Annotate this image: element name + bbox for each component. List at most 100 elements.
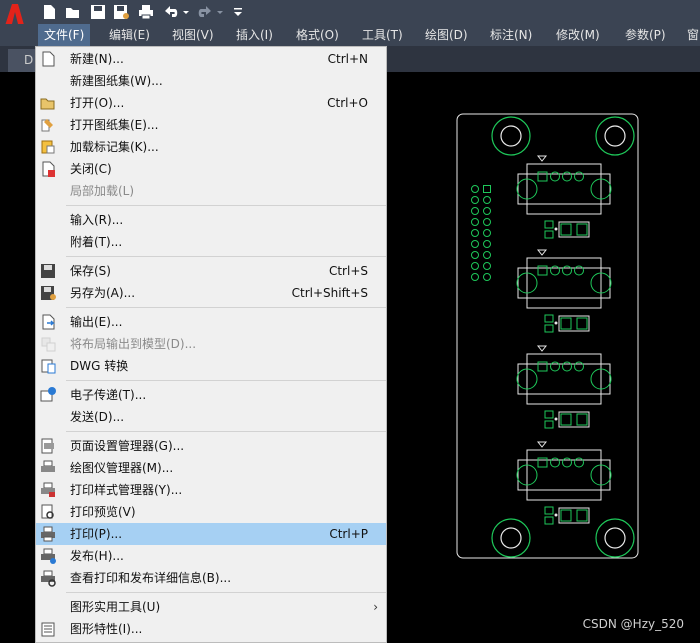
menu-item-plotter-manager[interactable]: 绘图仪管理器(M)... — [36, 457, 386, 479]
new-icon[interactable] — [40, 3, 58, 21]
menu-item-new-sheet-set[interactable]: 新建图纸集(W)... — [36, 70, 386, 92]
header-pin — [471, 240, 479, 248]
menu-item-label: 绘图仪管理器(M)... — [70, 461, 174, 475]
menu-item-label: 页面设置管理器(G)... — [70, 439, 185, 453]
smd-pad — [544, 410, 554, 419]
menu-item-open[interactable]: 打开(O)... Ctrl+O — [36, 92, 386, 114]
menubar-item-4[interactable]: 格式(O) — [290, 24, 345, 46]
menu-item-label: 打印(P)... — [70, 527, 123, 541]
export-layout-icon — [41, 337, 56, 352]
connector-pin — [550, 457, 560, 468]
menubar-item-9[interactable]: 参数(P) — [619, 24, 672, 46]
pin1-marker — [536, 155, 548, 162]
export-icon — [42, 314, 55, 330]
menu-separator — [66, 380, 386, 381]
menu-item-plot-details[interactable]: 查看打印和发布详细信息(B)... — [36, 567, 386, 589]
watermark: CSDN @Hzy_520 — [582, 617, 684, 631]
mounting-hole-pad — [491, 518, 531, 558]
menubar-item-6[interactable]: 绘图(D) — [419, 24, 474, 46]
menu-item-page-setup[interactable]: 页面设置管理器(G)... — [36, 435, 386, 457]
mounting-hole-pad — [491, 116, 531, 156]
menu-item-save[interactable]: 保存(S) Ctrl+S — [36, 260, 386, 282]
save-as-icon[interactable] — [112, 3, 130, 21]
menu-item-import[interactable]: 输入(R)... — [36, 209, 386, 231]
menu-item-dwg-convert[interactable]: DWG 转换 — [36, 355, 386, 377]
pin1-marker — [536, 345, 548, 352]
header-pin — [471, 196, 479, 204]
menu-item-load-markup[interactable]: 加载标记集(K)... — [36, 136, 386, 158]
customize-toolbar-icon[interactable] — [232, 3, 244, 21]
menu-item-label: 打印样式管理器(Y)... — [70, 483, 183, 497]
menu-item-attach[interactable]: 附着(T)... — [36, 231, 386, 253]
plot-style-icon — [41, 482, 55, 497]
header-pin — [483, 273, 491, 281]
diode-pad — [576, 223, 588, 236]
save-icon[interactable] — [89, 3, 107, 21]
menu-item-shortcut: Ctrl+Shift+S — [291, 286, 368, 300]
menu-item-plot[interactable]: 打印(P)... Ctrl+P — [36, 523, 386, 545]
sheet-set-icon — [41, 119, 53, 132]
menu-item-etransmit[interactable]: 电子传递(T)... — [36, 384, 386, 406]
menu-separator — [66, 307, 386, 308]
submenu-arrow-icon: › — [373, 600, 378, 614]
menubar-item-0[interactable]: 文件(F) — [38, 24, 91, 46]
menu-item-label: 打开图纸集(E)... — [70, 118, 159, 132]
menu-item-export[interactable]: 输出(E)... — [36, 311, 386, 333]
open-icon[interactable] — [64, 3, 82, 21]
smd-pad — [544, 324, 554, 333]
menu-item-open-sheet-set[interactable]: 打开图纸集(E)... — [36, 114, 386, 136]
polarity-dot — [554, 417, 558, 421]
connector-pin — [562, 171, 572, 182]
header-pin — [471, 218, 479, 226]
undo-dropdown-icon[interactable] — [182, 3, 190, 21]
print-icon[interactable] — [137, 3, 155, 21]
menubar-item-1[interactable]: 编辑(E) — [103, 24, 156, 46]
mounting-hole — [500, 527, 522, 549]
connector-pin — [574, 361, 584, 372]
menubar-item-5[interactable]: 工具(T) — [356, 24, 409, 46]
menubar-item-7[interactable]: 标注(N) — [484, 24, 538, 46]
menubar-item-3[interactable]: 插入(I) — [230, 24, 279, 46]
menubar-item-8[interactable]: 修改(M) — [550, 24, 606, 46]
connector-pin — [574, 171, 584, 182]
menubar-item-10[interactable]: 窗 — [681, 24, 700, 46]
quick-access-toolbar — [0, 0, 700, 36]
header-pin — [483, 240, 491, 248]
connector-flange — [517, 173, 611, 205]
menu-item-close[interactable]: 关闭(C) — [36, 158, 386, 180]
menu-item-partial-load: 局部加载(L) — [36, 180, 386, 202]
polarity-dot — [554, 227, 558, 231]
connector-pin — [562, 361, 572, 372]
menu-item-shortcut: Ctrl+S — [328, 264, 368, 278]
connector-pin — [550, 265, 560, 276]
connector-pin — [550, 361, 560, 372]
menu-item-save-as[interactable]: 另存为(A)... Ctrl+Shift+S — [36, 282, 386, 304]
menu-item-plot-preview[interactable]: 打印预览(V) — [36, 501, 386, 523]
menu-item-drawing-properties[interactable]: 图形特性(I)... — [36, 618, 386, 640]
menu-item-plot-style-manager[interactable]: 打印样式管理器(Y)... — [36, 479, 386, 501]
menu-item-label: 新建(N)... — [70, 52, 124, 66]
redo-icon[interactable] — [196, 3, 214, 21]
smd-pad — [544, 516, 554, 525]
menu-item-label: 图形实用工具(U) — [70, 600, 161, 614]
menu-item-new[interactable]: 新建(N)... Ctrl+N — [36, 48, 386, 70]
menubar-item-2[interactable]: 视图(V) — [166, 24, 220, 46]
plotter-icon — [41, 460, 55, 472]
header-pin — [471, 207, 479, 215]
menu-separator — [66, 592, 386, 593]
menu-item-label: 附着(T)... — [70, 235, 123, 249]
undo-icon[interactable] — [162, 3, 180, 21]
menu-separator — [66, 256, 386, 257]
menu-item-send[interactable]: 发送(D)... — [36, 406, 386, 428]
menu-item-label: 关闭(C) — [70, 162, 112, 176]
menu-item-drawing-utilities[interactable]: 图形实用工具(U) › — [36, 596, 386, 618]
diode-pad — [560, 317, 572, 330]
diode-pad — [576, 413, 588, 426]
diode-pad — [576, 509, 588, 522]
header-pin-square — [483, 185, 491, 193]
mounting-hole-pad — [595, 518, 635, 558]
smd-pad — [544, 506, 554, 515]
mounting-hole — [604, 125, 626, 147]
menu-item-publish[interactable]: 发布(H)... — [36, 545, 386, 567]
redo-dropdown-icon[interactable] — [216, 3, 224, 21]
